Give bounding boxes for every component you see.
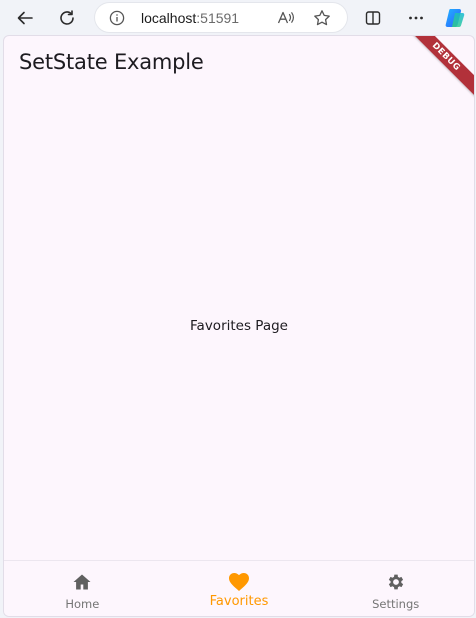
browser-window: localhost:51591 SetState Example DEBUG F… xyxy=(0,0,476,618)
address-url[interactable]: localhost:51591 xyxy=(141,10,239,26)
split-screen-icon xyxy=(365,11,381,25)
favorite-star-icon[interactable] xyxy=(311,7,333,29)
nav-item-home[interactable]: Home xyxy=(4,561,161,616)
back-button[interactable] xyxy=(10,3,40,33)
bottom-navigation-bar: Home Favorites Settings xyxy=(4,560,474,616)
nav-label-favorites: Favorites xyxy=(209,594,269,609)
nav-item-settings[interactable]: Settings xyxy=(317,561,474,616)
page-body: Favorites Page xyxy=(4,92,474,559)
read-aloud-icon[interactable] xyxy=(275,7,297,29)
copilot-icon xyxy=(445,9,465,27)
address-port: :51591 xyxy=(196,10,240,26)
browser-toolbar: localhost:51591 xyxy=(0,0,476,35)
nav-label-home: Home xyxy=(65,597,100,611)
more-dots-icon xyxy=(409,16,423,20)
home-icon xyxy=(70,571,94,593)
nav-label-settings: Settings xyxy=(372,597,420,611)
heart-icon xyxy=(227,571,251,593)
gear-icon xyxy=(384,571,408,593)
copilot-button[interactable] xyxy=(440,3,470,33)
page-title: SetState Example xyxy=(19,50,204,74)
split-screen-button[interactable] xyxy=(358,3,388,33)
reload-icon xyxy=(60,10,74,25)
app-bar: SetState Example xyxy=(4,36,474,92)
back-arrow-icon xyxy=(17,11,33,25)
site-info-icon[interactable] xyxy=(107,8,127,28)
page-content-text: Favorites Page xyxy=(190,318,288,334)
app-viewport: SetState Example DEBUG Favorites Page Ho… xyxy=(3,35,475,617)
address-host: localhost xyxy=(141,10,197,26)
nav-item-favorites[interactable]: Favorites xyxy=(161,561,318,616)
reload-button[interactable] xyxy=(52,3,82,33)
address-bar[interactable]: localhost:51591 xyxy=(95,3,347,32)
more-menu-button[interactable] xyxy=(401,3,431,33)
